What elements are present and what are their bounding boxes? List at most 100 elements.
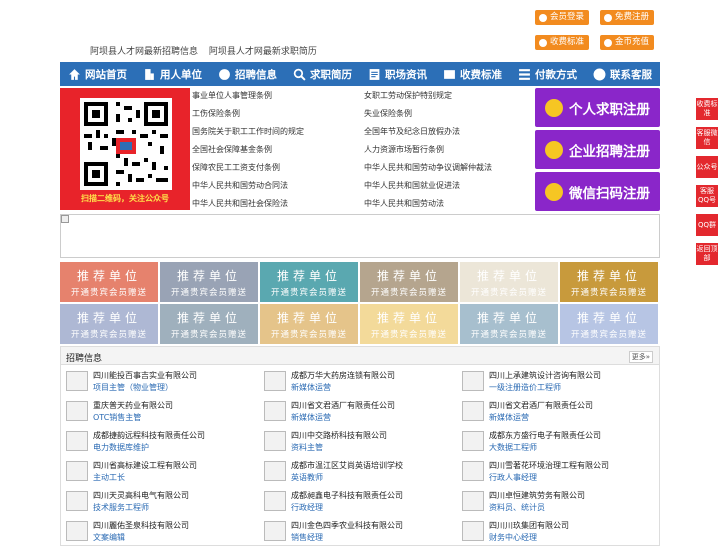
nav-home[interactable]: 网站首页: [60, 62, 135, 86]
law-link[interactable]: 中华人民共和国劳动争议调解仲裁法: [364, 162, 492, 173]
company-name[interactable]: 成都万华大药房连锁有限公司: [291, 370, 395, 381]
company-name[interactable]: 四川中交路桥科技有限公司: [291, 430, 387, 441]
recommended-employer-tile[interactable]: 推荐单位 开通贵宾会员赠送: [460, 262, 558, 302]
recommended-employer-tile[interactable]: 推荐单位 开通贵宾会员赠送: [360, 304, 458, 344]
law-link[interactable]: 中华人民共和国就业促进法: [364, 180, 460, 191]
company-logo[interactable]: [264, 371, 286, 391]
company-name[interactable]: 四川能投百事吉实业有限公司: [93, 370, 197, 381]
company-logo[interactable]: [264, 401, 286, 421]
job-item[interactable]: 四川雪著花环境治理工程有限公司 行政人事经理: [457, 459, 647, 487]
company-name[interactable]: 四川川玖集团有限公司: [489, 520, 569, 531]
job-position[interactable]: 行政经理: [291, 502, 323, 513]
job-item[interactable]: 四川中交路桥科技有限公司 资料主管: [259, 429, 449, 457]
recommended-employer-tile[interactable]: 推荐单位 开通贵宾会员赠送: [160, 262, 258, 302]
nav-news[interactable]: 职场资讯: [360, 62, 435, 86]
side-float-item[interactable]: QQ群: [696, 214, 718, 236]
company-name[interactable]: 四川省文君酒厂有限责任公司: [291, 400, 395, 411]
company-logo[interactable]: [462, 401, 484, 421]
recharge-button[interactable]: 金币充值: [600, 35, 655, 50]
side-float-item[interactable]: 公众号: [696, 156, 718, 178]
side-float-item[interactable]: 客服微信: [696, 127, 718, 149]
job-item[interactable]: 四川金色四季农业科技有限公司 销售经理: [259, 519, 449, 547]
company-logo[interactable]: [66, 401, 88, 421]
job-position[interactable]: 英语教师: [291, 472, 323, 483]
company-name[interactable]: 四川上承建筑设计咨询有限公司: [489, 370, 601, 381]
company-name[interactable]: 重庆普天药业有限公司: [93, 400, 173, 411]
company-logo[interactable]: [264, 491, 286, 511]
job-item[interactable]: 四川省高标建设工程有限公司 主动工长: [61, 459, 251, 487]
company-logo[interactable]: [462, 491, 484, 511]
job-item[interactable]: 重庆普天药业有限公司 OTC销售主管: [61, 399, 251, 427]
recommended-employer-tile[interactable]: 推荐单位 开通贵宾会员赠送: [160, 304, 258, 344]
law-link[interactable]: 中华人民共和国劳动合同法: [192, 180, 288, 191]
company-name[interactable]: 四川卓恒建筑劳务有限公司: [489, 490, 585, 501]
company-logo[interactable]: [462, 431, 484, 451]
law-link[interactable]: 女职工劳动保护特别规定: [364, 90, 452, 101]
pricing-button[interactable]: 收费标准: [535, 35, 590, 50]
job-position[interactable]: 一级注册造价工程师: [489, 382, 561, 393]
job-item[interactable]: 四川天灵高科电气有限公司 技术服务工程师: [61, 489, 251, 517]
job-item[interactable]: 成都昶鑫电子科技有限责任公司 行政经理: [259, 489, 449, 517]
job-position[interactable]: 行政人事经理: [489, 472, 537, 483]
side-float-item[interactable]: 收费标准: [696, 98, 718, 120]
job-item[interactable]: 成都捷韵远程科技有限责任公司 电力数据库维护: [61, 429, 251, 457]
personal-register-button[interactable]: 个人求职注册: [535, 88, 660, 127]
company-register-button[interactable]: 企业招聘注册: [535, 130, 660, 169]
company-logo[interactable]: [66, 461, 88, 481]
company-logo[interactable]: [264, 461, 286, 481]
recommended-employer-tile[interactable]: 推荐单位 开通贵宾会员赠送: [260, 304, 358, 344]
company-name[interactable]: 四川天灵高科电气有限公司: [93, 490, 189, 501]
job-position[interactable]: 资料主管: [291, 442, 323, 453]
company-logo[interactable]: [264, 521, 286, 541]
side-float-item[interactable]: 客服QQ号: [696, 185, 718, 207]
job-item[interactable]: 成都东方盛行电子有限责任公司 大数据工程师: [457, 429, 647, 457]
more-jobs-link[interactable]: 更多»: [628, 351, 653, 363]
recommended-employer-tile[interactable]: 推荐单位 开通贵宾会员赠送: [60, 262, 158, 302]
job-position[interactable]: 新媒体运营: [291, 382, 331, 393]
company-logo[interactable]: [462, 521, 484, 541]
job-position[interactable]: 主动工长: [93, 472, 125, 483]
law-link[interactable]: 事业单位人事管理条例: [192, 90, 272, 101]
company-name[interactable]: 四川金色四季农业科技有限公司: [291, 520, 403, 531]
nav-pricing[interactable]: 收费标准: [435, 62, 510, 86]
login-button[interactable]: 会员登录: [535, 10, 590, 25]
job-position[interactable]: OTC销售主管: [93, 412, 141, 423]
law-link[interactable]: 中华人民共和国社会保险法: [192, 198, 288, 209]
job-item[interactable]: 四川川玖集团有限公司 财务中心经理: [457, 519, 647, 547]
recommended-employer-tile[interactable]: 推荐单位 开通贵宾会员赠送: [460, 304, 558, 344]
broken-ad-image[interactable]: [60, 214, 660, 258]
law-link[interactable]: 保障农民工工资支付条例: [192, 162, 280, 173]
job-item[interactable]: 成都万华大药房连锁有限公司 新媒体运营: [259, 369, 449, 397]
slogan-jobs-link[interactable]: 阿坝县人才网最新招聘信息: [90, 47, 198, 57]
company-name[interactable]: 成都市温江区艾尚英语培训学校: [291, 460, 403, 471]
register-button[interactable]: 免费注册: [600, 10, 655, 25]
company-logo[interactable]: [462, 461, 484, 481]
recommended-employer-tile[interactable]: 推荐单位 开通贵宾会员赠送: [560, 262, 658, 302]
job-item[interactable]: 四川省文君酒厂有限责任公司 新媒体运营: [457, 399, 647, 427]
job-item[interactable]: 四川麗佑圣泉科技有限公司 文案编辑: [61, 519, 251, 547]
nav-service[interactable]: 联系客服: [585, 62, 660, 86]
company-logo[interactable]: [66, 521, 88, 541]
nav-payment[interactable]: 付款方式: [510, 62, 585, 86]
nav-resumes[interactable]: 求职简历: [285, 62, 360, 86]
law-link[interactable]: 失业保险条例: [364, 108, 412, 119]
company-logo[interactable]: [462, 371, 484, 391]
job-position[interactable]: 销售经理: [291, 532, 323, 543]
company-name[interactable]: 四川雪著花环境治理工程有限公司: [489, 460, 609, 471]
job-item[interactable]: 四川上承建筑设计咨询有限公司 一级注册造价工程师: [457, 369, 647, 397]
job-item[interactable]: 四川能投百事吉实业有限公司 项目主管（物业管理）: [61, 369, 251, 397]
job-position[interactable]: 新媒体运营: [489, 412, 529, 423]
law-link[interactable]: 人力资源市场暂行条例: [364, 144, 444, 155]
company-logo[interactable]: [66, 491, 88, 511]
job-position[interactable]: 电力数据库维护: [93, 442, 149, 453]
job-position[interactable]: 大数据工程师: [489, 442, 537, 453]
job-position[interactable]: 新媒体运营: [291, 412, 331, 423]
job-item[interactable]: 四川省文君酒厂有限责任公司 新媒体运营: [259, 399, 449, 427]
law-link[interactable]: 中华人民共和国劳动法: [364, 198, 444, 209]
nav-employers[interactable]: 用人单位: [135, 62, 210, 86]
slogan-resumes-link[interactable]: 阿坝县人才网最新求职简历: [209, 47, 317, 57]
job-item[interactable]: 四川卓恒建筑劳务有限公司 资料员、统计员: [457, 489, 647, 517]
company-name[interactable]: 四川麗佑圣泉科技有限公司: [93, 520, 189, 531]
job-position[interactable]: 资料员、统计员: [489, 502, 545, 513]
side-float-item[interactable]: 返回顶部: [696, 243, 718, 265]
